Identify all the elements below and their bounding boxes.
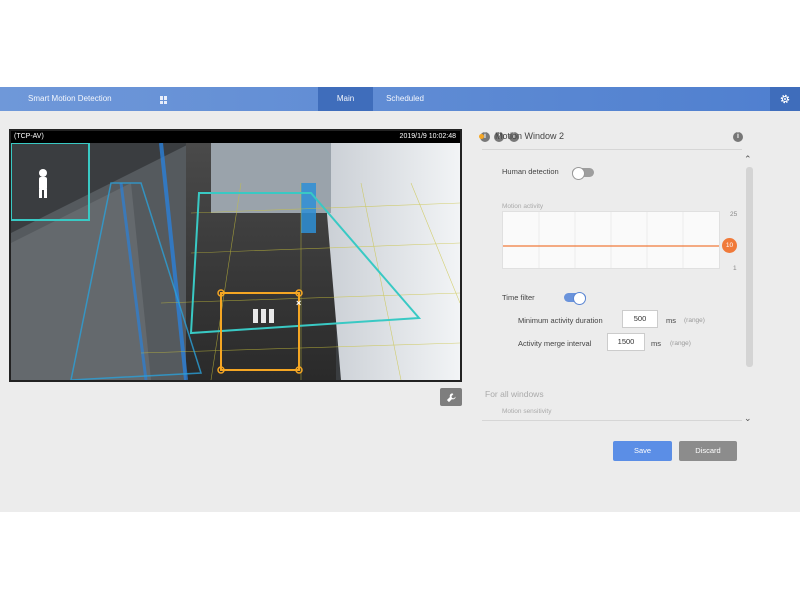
chart-max-label: 25: [730, 211, 738, 218]
discard-button[interactable]: Discard: [679, 441, 737, 461]
window-color-dot: [479, 134, 484, 139]
info-icon[interactable]: i: [733, 132, 743, 142]
top-bar: Smart Motion Detection Main Scheduled: [0, 87, 800, 111]
app-window: Smart Motion Detection Main Scheduled (T…: [0, 87, 800, 512]
window-title: Motion Window 2: [495, 131, 565, 141]
merge-interval-label: Activity merge interval: [518, 339, 592, 348]
min-duration-range: (range): [684, 317, 705, 324]
scrollbar[interactable]: [746, 167, 753, 367]
app-title: Smart Motion Detection: [28, 94, 112, 103]
merge-interval-range: (range): [670, 340, 691, 347]
grid-icon[interactable]: [160, 96, 168, 104]
gear-icon[interactable]: [770, 87, 800, 111]
camera-scene[interactable]: [11, 143, 460, 380]
human-detection-label: Human detection: [502, 167, 559, 176]
chevron-down-icon[interactable]: ⌄: [744, 413, 752, 424]
threshold-slider-knob[interactable]: 10: [722, 238, 737, 253]
motion-sensitivity-label: Motion sensitivity: [502, 408, 552, 415]
chevron-up-icon[interactable]: ⌃: [744, 154, 752, 165]
for-all-windows-heading: For all windows: [485, 389, 544, 399]
time-filter-toggle[interactable]: [564, 292, 586, 305]
settings-panel: Motion Window 2 i ⌃ ⌄ Human detection Mo…: [479, 125, 758, 425]
min-duration-input[interactable]: 500: [622, 310, 658, 328]
tab-main[interactable]: Main: [318, 87, 373, 111]
tab-scheduled[interactable]: Scheduled: [375, 87, 435, 111]
merge-interval-input[interactable]: 1500: [607, 333, 645, 351]
min-duration-unit: ms: [666, 316, 676, 325]
video-status-bar: (TCP-AV) 2019/1/9 10:02:48: [11, 131, 460, 143]
video-timestamp: 2019/1/9 10:02:48: [399, 133, 456, 140]
wrench-icon[interactable]: [440, 388, 462, 406]
min-duration-label: Minimum activity duration: [518, 316, 603, 325]
merge-interval-unit: ms: [651, 339, 661, 348]
close-icon[interactable]: ×: [296, 298, 301, 308]
divider: [482, 420, 742, 421]
time-filter-label: Time filter: [502, 293, 535, 302]
motion-activity-chart: [502, 211, 720, 269]
motion-activity-label: Motion activity: [502, 203, 544, 210]
camera-view[interactable]: (TCP-AV) 2019/1/9 10:02:48 ×: [9, 129, 462, 382]
human-detection-toggle[interactable]: [572, 167, 594, 180]
chart-min-label: 1: [733, 265, 737, 272]
divider: [482, 149, 742, 150]
stream-name: (TCP-AV): [14, 133, 44, 140]
save-button[interactable]: Save: [613, 441, 672, 461]
